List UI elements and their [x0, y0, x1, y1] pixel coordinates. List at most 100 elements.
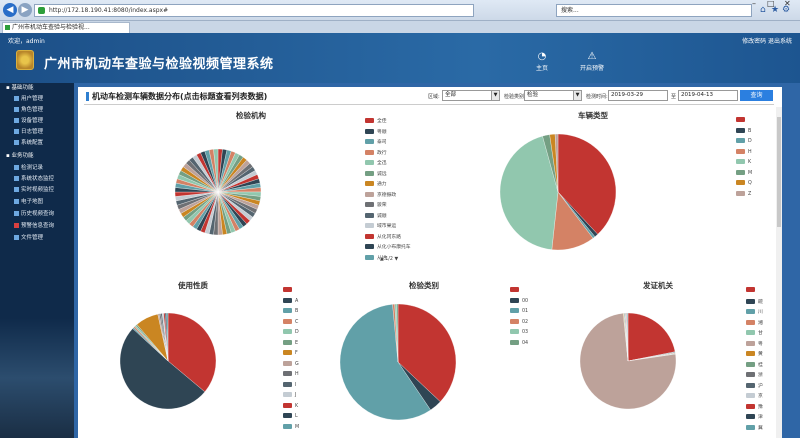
legend-prev-icon[interactable]: ▲ [380, 257, 384, 262]
legend-item[interactable]: B [736, 127, 752, 139]
legend-item[interactable]: L [283, 413, 299, 424]
home-icon[interactable]: ⌂ [760, 5, 766, 15]
legend-item[interactable]: M [736, 169, 752, 181]
legend-item[interactable]: 黄 [746, 350, 763, 361]
scrollbar[interactable] [776, 107, 782, 438]
legend-item[interactable]: 浙 [746, 371, 763, 382]
legend-inspection-type[interactable]: 00 01 02 03 04 [510, 287, 528, 350]
legend-item[interactable]: A [283, 297, 299, 309]
sidebar-item-files[interactable]: 文件管理 [14, 233, 43, 241]
nav-home[interactable]: ◔ 主页 [522, 51, 562, 72]
legend-item[interactable]: Z [736, 190, 752, 202]
legend-item[interactable]: 通力 [365, 180, 411, 191]
legend-item[interactable]: E [283, 339, 299, 351]
date-start-input[interactable]: 2019-03-29 [608, 90, 668, 101]
legend-item[interactable]: H [736, 148, 752, 160]
chart-title-vehicle-type[interactable]: 车辆类型 [533, 110, 653, 121]
legend-item[interactable]: 甘 [746, 329, 763, 340]
pie-issuing-authority[interactable] [578, 311, 678, 411]
legend-issuing-authority[interactable]: 皖川湘甘粤黄桂浙沪京豫津冀 [746, 287, 763, 434]
close-icon[interactable]: ✕ [784, 0, 791, 8]
legend-item[interactable]: 冀 [746, 424, 763, 435]
sidebar-item-config[interactable]: 系统配置 [14, 138, 43, 146]
pie-org[interactable] [173, 147, 263, 237]
legend-item[interactable]: 豫 [746, 403, 763, 414]
legend-item[interactable]: D [283, 329, 299, 340]
legend-item[interactable]: C [283, 318, 299, 330]
legend-item[interactable]: 从化小布康托车 [365, 243, 411, 254]
chart-title-inspection-type[interactable]: 检验类别 [364, 280, 484, 291]
legend-item[interactable]: 02 [510, 318, 528, 330]
date-end-input[interactable]: 2019-04-13 [678, 90, 738, 101]
sidebar-item-users[interactable]: 用户管理 [14, 94, 43, 102]
browser-search-input[interactable]: 搜索... [556, 4, 752, 17]
legend-item[interactable] [746, 287, 763, 298]
legend-item[interactable]: 京德振政 [365, 191, 411, 202]
legend-usage[interactable]: ABCDEFGHIJKLM [283, 287, 299, 434]
sidebar-group-basic[interactable]: ▪ 基础功能 [6, 83, 34, 91]
pie-vehicle-type[interactable] [498, 132, 618, 252]
legend-item[interactable]: 湘 [746, 319, 763, 330]
legend-item[interactable]: 04 [510, 339, 528, 351]
legend-next-icon[interactable]: ▼ [395, 257, 399, 262]
sidebar-group-business[interactable]: ▪ 业务功能 [6, 151, 34, 159]
legend-item[interactable]: 从化冈东路 [365, 233, 411, 244]
sidebar-item-history-video[interactable]: 历史视频查询 [14, 209, 54, 217]
legend-item[interactable]: 桂 [746, 361, 763, 372]
legend-item[interactable]: 诚顺 [365, 212, 411, 223]
forward-icon[interactable]: ▶ [18, 3, 32, 17]
query-button[interactable]: 查询 [740, 90, 773, 101]
legend-item[interactable]: 全迅 [365, 159, 411, 170]
chart-title-issuing-authority[interactable]: 发证机关 [598, 280, 718, 291]
legend-item[interactable]: 域市果运 [365, 222, 411, 233]
browser-tab[interactable]: 广州市机动车查验与检验视... [2, 22, 130, 33]
legend-item[interactable]: 京 [746, 392, 763, 403]
legend-item[interactable]: 全佳 [365, 117, 411, 128]
sidebar-item-map[interactable]: 电子地图 [14, 197, 43, 205]
legend-item[interactable]: K [283, 402, 299, 414]
legend-item[interactable]: 粤顺 [365, 128, 411, 139]
legend-item[interactable]: 川 [746, 308, 763, 319]
pie-inspection-type[interactable] [338, 302, 458, 422]
legend-item[interactable]: 03 [510, 329, 528, 340]
legend-item[interactable]: 骏荣 [365, 201, 411, 212]
legend-item[interactable]: G [283, 360, 299, 372]
legend-item[interactable]: H [283, 371, 299, 382]
legend-item[interactable] [510, 287, 528, 298]
address-bar[interactable]: http://172.18.190.41:8080/index.aspx# [34, 4, 474, 17]
sidebar-item-devices[interactable]: 设备管理 [14, 116, 43, 124]
sidebar-item-logs[interactable]: 日志管理 [14, 127, 43, 135]
legend-item[interactable]: 政行 [365, 149, 411, 160]
legend-item[interactable]: I [283, 381, 299, 393]
legend-item[interactable]: B [283, 308, 299, 319]
legend-item[interactable]: 泰司 [365, 138, 411, 149]
legend-item[interactable]: 粤 [746, 340, 763, 351]
legend-item[interactable]: 皖 [746, 298, 763, 309]
chart-title-org[interactable]: 检验机构 [191, 110, 311, 121]
legend-item[interactable]: J [283, 392, 299, 403]
minimize-icon[interactable]: – [752, 0, 756, 8]
pie-usage[interactable] [118, 311, 218, 411]
panel-title[interactable]: 机动车检测车辆数据分布(点击标题查看列表数据) [92, 91, 267, 102]
sidebar-item-status[interactable]: 系统状态监控 [14, 174, 54, 182]
nav-warning[interactable]: ⚠ 开启预警 [572, 51, 612, 72]
legend-item[interactable]: M [283, 423, 299, 435]
legend-item[interactable]: 沪 [746, 382, 763, 393]
legend-vehicle-type[interactable]: BDHKMQZ [736, 117, 752, 201]
legend-item[interactable]: D [736, 138, 752, 149]
legend-item[interactable]: 01 [510, 308, 528, 319]
scrollbar-thumb[interactable] [777, 117, 781, 227]
account-links[interactable]: 修改密码 退出系统 [742, 36, 792, 45]
sidebar-item-live-video[interactable]: 实时视频监控 [14, 185, 54, 193]
inspection-type-select[interactable]: 检验 ▼ [524, 90, 582, 101]
maximize-icon[interactable]: □ [767, 0, 775, 8]
region-select[interactable]: 全部 ▼ [442, 90, 500, 101]
chart-title-usage[interactable]: 使用性质 [133, 280, 253, 291]
legend-item[interactable] [736, 117, 752, 128]
legend-item[interactable] [283, 287, 299, 298]
legend-pager[interactable]: ▲ 1/2 ▼ [380, 257, 398, 262]
sidebar-item-roles[interactable]: 角色管理 [14, 105, 43, 113]
legend-item[interactable]: K [736, 159, 752, 170]
sidebar-item-alerts[interactable]: 预警信息查询 [14, 221, 54, 229]
legend-item[interactable]: F [283, 350, 299, 361]
